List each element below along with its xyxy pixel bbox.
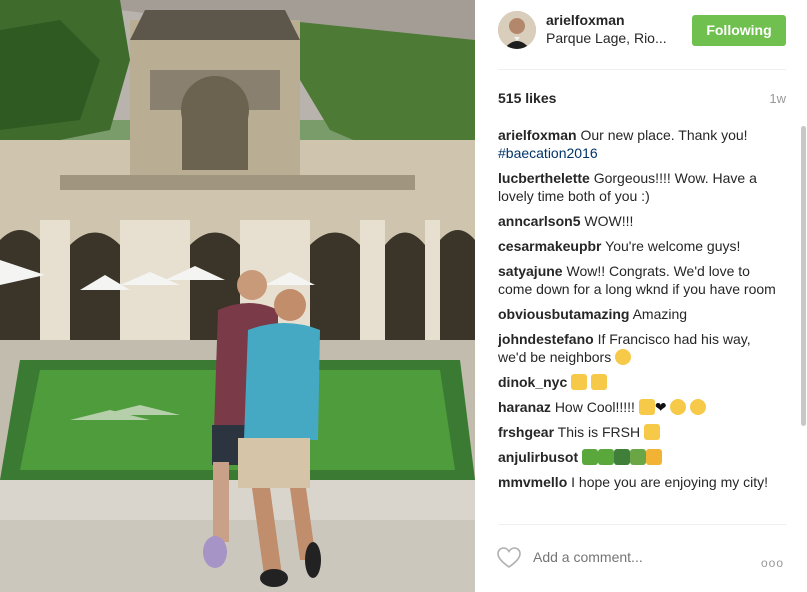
- comment-item: johndestefano If Francisco had his way, …: [498, 330, 778, 366]
- time-ago[interactable]: 1w: [769, 91, 786, 106]
- comment-user[interactable]: cesarmakeupbr: [498, 238, 602, 254]
- comment-text: You're welcome guys!: [605, 238, 741, 254]
- comment-text: Amazing: [632, 306, 688, 322]
- palm-tree-emoji-icon: [630, 449, 647, 465]
- comment-user[interactable]: arielfoxman: [498, 127, 577, 143]
- raised-hands-emoji-icon: [591, 374, 608, 390]
- comment-user[interactable]: anjulirbusot: [498, 449, 578, 465]
- comment-text: How Cool!!!!!: [554, 399, 635, 415]
- comments-list[interactable]: arielfoxman Our new place. Thank you! #b…: [498, 126, 778, 524]
- comment-item: haranaz How Cool!!!!! ❤: [498, 398, 778, 416]
- comment-user[interactable]: johndestefano: [498, 331, 594, 347]
- more-options-icon[interactable]: ooo: [761, 556, 784, 570]
- header-divider: [498, 69, 786, 70]
- tree-emoji-icon: [614, 449, 631, 465]
- photo-image: [0, 0, 475, 592]
- grin-emoji-icon: [670, 399, 687, 415]
- comment-item: obviousbutamazing Amazing: [498, 305, 778, 323]
- flexed-biceps-emoji-icon: [644, 424, 661, 440]
- footer-divider: [498, 524, 786, 525]
- raised-hands-emoji-icon: [571, 374, 588, 390]
- comment-text: Our new place. Thank you!: [580, 127, 748, 143]
- comment-user[interactable]: anncarlson5: [498, 213, 580, 229]
- post-photo[interactable]: [0, 0, 475, 592]
- hashtag-link[interactable]: #baecation2016: [498, 145, 598, 161]
- comment-text: I hope you are enjoying my city!: [571, 474, 769, 490]
- avatar-image: [498, 11, 536, 49]
- likes-count[interactable]: 515 likes: [498, 90, 556, 106]
- comment-user[interactable]: dinok_nyc: [498, 374, 567, 390]
- comment-item: frshgear This is FRSH: [498, 423, 778, 441]
- avatar[interactable]: [498, 11, 536, 49]
- comment-user[interactable]: satyajune: [498, 263, 563, 279]
- comment-user[interactable]: lucberthelette: [498, 170, 590, 186]
- heart-emoji-icon: ❤: [654, 399, 667, 415]
- heart-icon[interactable]: [497, 547, 521, 574]
- comment-user[interactable]: frshgear: [498, 424, 554, 440]
- comments-scrollbar[interactable]: [801, 126, 806, 426]
- grin-emoji-icon: [690, 399, 707, 415]
- add-comment-input[interactable]: [533, 549, 733, 565]
- comment-item: mmvmello I hope you are enjoying my city…: [498, 473, 778, 491]
- cactus-emoji-icon: [582, 449, 599, 465]
- clap-emoji-icon: [638, 399, 655, 415]
- post-header: arielfoxman Parque Lage, Rio... Followin…: [475, 0, 807, 70]
- username-link[interactable]: arielfoxman: [546, 12, 625, 28]
- smile-emoji-icon: [615, 349, 632, 365]
- comment-user[interactable]: haranaz: [498, 399, 551, 415]
- comment-item: arielfoxman Our new place. Thank you! #b…: [498, 126, 778, 162]
- comment-user[interactable]: obviousbutamazing: [498, 306, 629, 322]
- comment-item: dinok_nyc: [498, 373, 778, 391]
- following-button[interactable]: Following: [692, 15, 786, 46]
- comment-item: anncarlson5 WOW!!!: [498, 212, 778, 230]
- comment-text: This is FRSH: [557, 424, 641, 440]
- location-link[interactable]: Parque Lage, Rio...: [546, 30, 667, 46]
- comment-item: satyajune Wow!! Congrats. We'd love to c…: [498, 262, 778, 298]
- lightning-emoji-icon: [646, 449, 663, 465]
- cactus-emoji-icon: [598, 449, 615, 465]
- comment-user[interactable]: mmvmello: [498, 474, 567, 490]
- comment-item: cesarmakeupbr You're welcome guys!: [498, 237, 778, 255]
- heart-icon-svg: [497, 547, 521, 568]
- post-panel: arielfoxman Parque Lage, Rio... Followin…: [475, 0, 807, 592]
- comment-item: lucberthelette Gorgeous!!!! Wow. Have a …: [498, 169, 778, 205]
- comment-text: WOW!!!: [584, 213, 634, 229]
- comment-item: anjulirbusot: [498, 448, 778, 466]
